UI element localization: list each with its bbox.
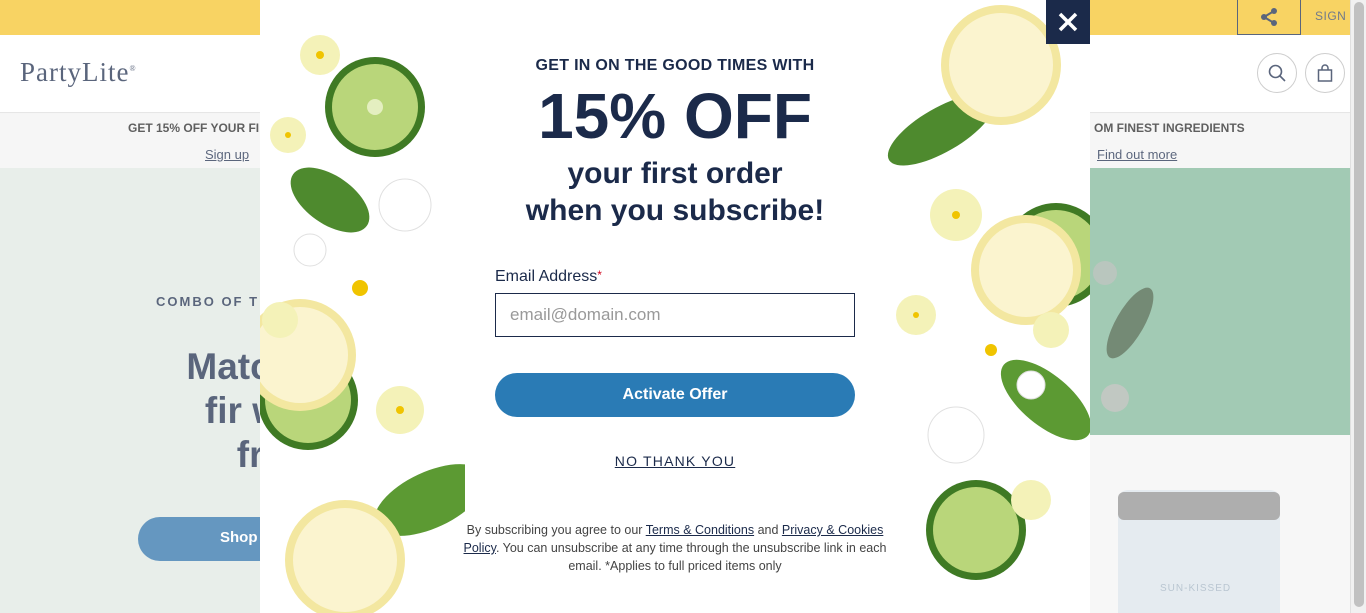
offer-subheadline: your first order when you subscribe! <box>525 157 825 227</box>
legal-disclaimer: By subscribing you agree to our Terms & … <box>463 523 887 573</box>
subscribe-modal: GET IN ON THE GOOD TIMES WITH 15% OFF yo… <box>260 0 1090 613</box>
email-input[interactable] <box>495 293 855 337</box>
activate-offer-button[interactable]: Activate Offer <box>495 373 855 417</box>
close-icon <box>1058 12 1078 32</box>
close-modal-button[interactable] <box>1046 0 1090 44</box>
page-scrollbar[interactable] <box>1350 0 1366 613</box>
terms-link[interactable]: Terms & Conditions <box>646 523 754 537</box>
discount-headline: 15% OFF <box>538 80 812 152</box>
scrollbar-thumb[interactable] <box>1354 2 1364 607</box>
no-thank-you-link[interactable]: NO THANK YOU <box>600 453 750 469</box>
modal-eyebrow: GET IN ON THE GOOD TIMES WITH <box>535 57 815 74</box>
email-label: Email Address* <box>495 268 602 285</box>
lemon-flower-decoration-right <box>887 5 1090 580</box>
lemon-flower-decoration-left <box>260 35 465 613</box>
